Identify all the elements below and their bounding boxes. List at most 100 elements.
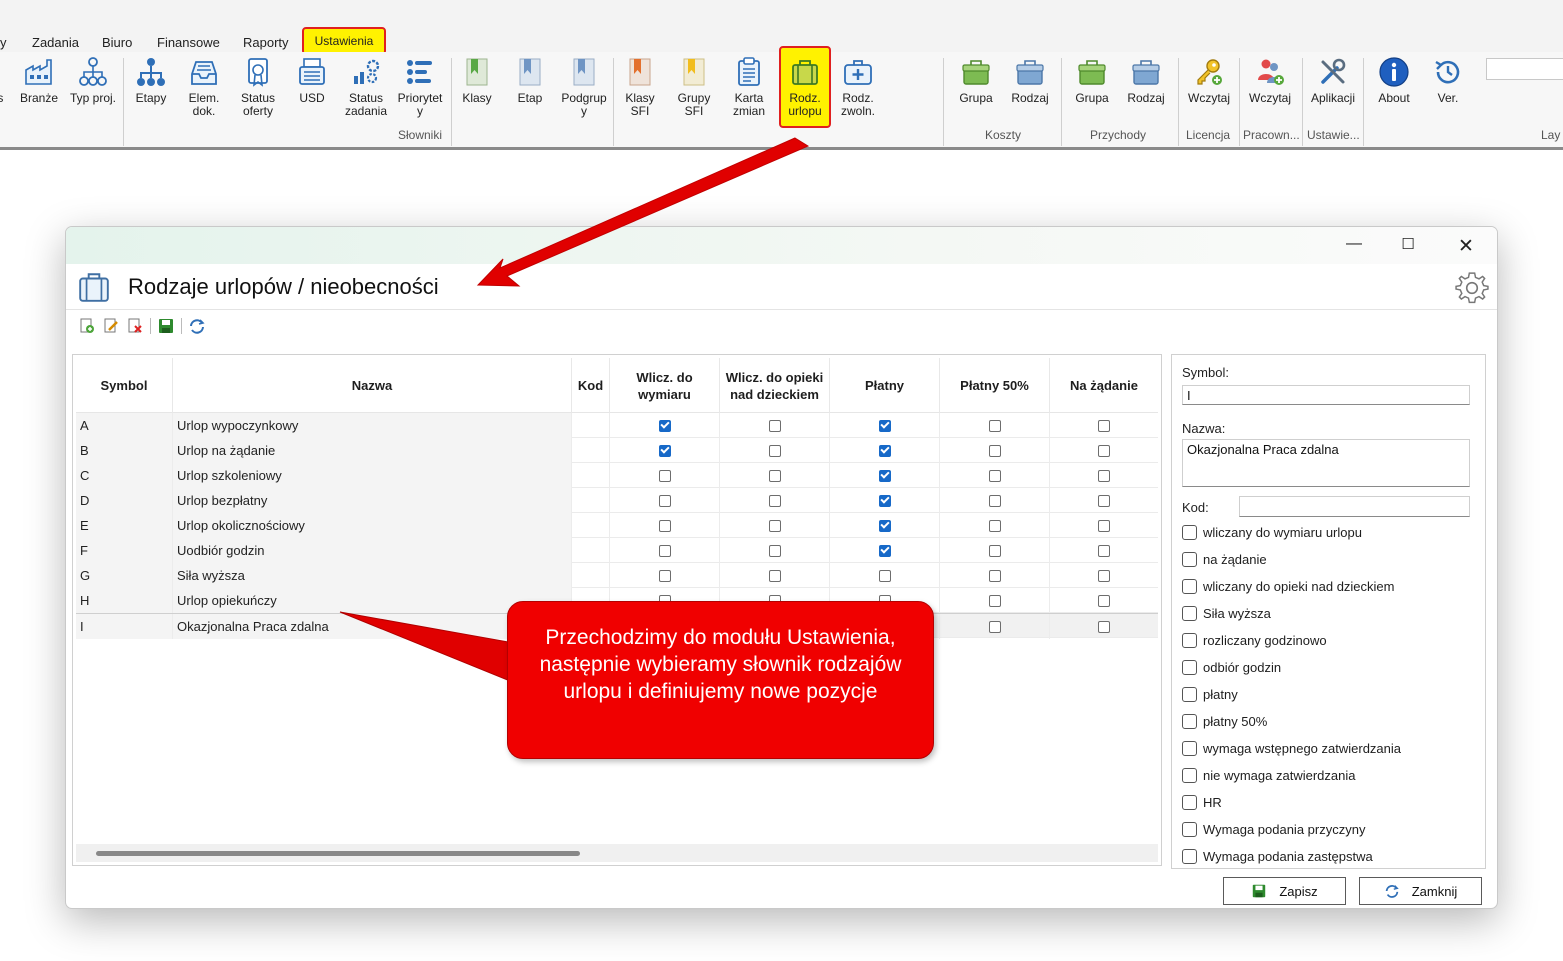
column-header-platny-50[interactable]: Płatny 50% — [940, 358, 1050, 413]
menu-item-ustawienia[interactable]: Ustawienia — [302, 27, 386, 55]
menu-item-partial[interactable]: y — [0, 35, 7, 50]
ribbon-button-rodz-zwoln[interactable]: Rodz. zwoln. — [831, 56, 885, 126]
checkbox-na-zadanie[interactable] — [1098, 419, 1110, 432]
option-checkbox[interactable]: płatny 50% — [1182, 714, 1267, 729]
checkbox-wlicz-do-wymiaru[interactable] — [658, 444, 671, 457]
ribbon-button-priorytety[interactable]: Priorytet y — [393, 56, 447, 126]
ribbon-button-klasy-sfi[interactable]: Klasy SFI — [613, 56, 667, 126]
column-header-nazwa[interactable]: Nazwa — [173, 358, 572, 413]
checkbox-box[interactable] — [1182, 633, 1197, 648]
table-row[interactable]: E Urlop okolicznościowy — [76, 513, 1158, 538]
table-row[interactable]: A Urlop wypoczynkowy — [76, 413, 1158, 438]
checkbox-na-zadanie[interactable] — [1098, 444, 1110, 457]
checkbox-box[interactable] — [1182, 606, 1197, 621]
ribbon-button-about[interactable]: About — [1367, 56, 1421, 126]
option-checkbox[interactable]: Wymaga podania przyczyny — [1182, 822, 1365, 837]
ribbon-button-status-oferty[interactable]: Status oferty — [231, 56, 285, 126]
close-button[interactable]: Zamknij — [1359, 877, 1482, 905]
checkbox-platny-50[interactable] — [988, 494, 1001, 507]
checkbox-platny[interactable] — [878, 544, 891, 557]
checkbox-wlicz-do-wymiaru[interactable] — [658, 569, 671, 582]
option-checkbox[interactable]: na żądanie — [1182, 552, 1267, 567]
checkbox-na-zadanie[interactable] — [1098, 620, 1110, 633]
checkbox-box[interactable] — [1182, 660, 1197, 675]
close-icon[interactable]: ✕ — [1455, 235, 1477, 257]
checkbox-na-zadanie[interactable] — [1098, 469, 1110, 482]
option-checkbox[interactable]: wliczany do opieki nad dzieckiem — [1182, 579, 1394, 594]
ribbon-button-etapy[interactable]: Etapy — [124, 56, 178, 126]
checkbox-platny-50[interactable] — [988, 544, 1001, 557]
option-checkbox[interactable]: rozliczany godzinowo — [1182, 633, 1327, 648]
ribbon-button-etap[interactable]: Etap — [503, 56, 557, 126]
checkbox-box[interactable] — [1182, 579, 1197, 594]
column-header-symbol[interactable]: Symbol — [76, 358, 173, 413]
checkbox-platny[interactable] — [878, 569, 891, 582]
ribbon-button-branze[interactable]: Branże — [12, 56, 66, 126]
checkbox-platny-50[interactable] — [988, 444, 1001, 457]
column-header-na-zadanie[interactable]: Na żądanie — [1050, 358, 1158, 413]
checkbox-wlicz-do-wymiaru[interactable] — [658, 544, 671, 557]
ribbon-button-typ-proj[interactable]: Typ proj. — [66, 56, 120, 126]
checkbox-platny[interactable] — [878, 444, 891, 457]
ribbon-button-ver[interactable]: Ver. — [1421, 56, 1475, 126]
checkbox-box[interactable] — [1182, 822, 1197, 837]
checkbox-platny[interactable] — [878, 494, 891, 507]
ribbon-button-rodz-urlopu[interactable]: Rodz. urlopu — [779, 46, 831, 128]
ribbon-button-elem-dok[interactable]: Elem. dok. — [177, 56, 231, 126]
checkbox-wlicz-do-wymiaru[interactable] — [658, 469, 671, 482]
checkbox-platny[interactable] — [878, 519, 891, 532]
checkbox-box[interactable] — [1182, 768, 1197, 783]
column-header-wlicz-do-opieki[interactable]: Wlicz. do opieki nad dzieckiem — [720, 358, 830, 413]
dialog-titlebar[interactable]: — ☐ ✕ — [66, 227, 1497, 264]
option-checkbox[interactable]: Wymaga podania zastępstwa — [1182, 849, 1373, 864]
checkbox-box[interactable] — [1182, 687, 1197, 702]
checkbox-na-zadanie[interactable] — [1098, 494, 1110, 507]
ribbon-button-usd[interactable]: USD — [285, 56, 339, 126]
menu-item-finansowe[interactable]: Finansowe — [157, 35, 220, 50]
checkbox-platny-50[interactable] — [988, 469, 1001, 482]
checkbox-wlicz-do-opieki[interactable] — [768, 494, 781, 507]
option-checkbox[interactable]: Siła wyższa — [1182, 606, 1271, 621]
save-icon[interactable] — [157, 317, 175, 335]
symbol-field[interactable]: I — [1182, 385, 1470, 405]
ribbon-button-karta-zmian[interactable]: Karta zmian — [722, 56, 776, 126]
checkbox-wlicz-do-opieki[interactable] — [768, 419, 781, 432]
checkbox-platny-50[interactable] — [988, 419, 1001, 432]
checkbox-platny-50[interactable] — [988, 569, 1001, 582]
table-row[interactable]: D Urlop bezpłatny — [76, 488, 1158, 513]
checkbox-platny-50[interactable] — [988, 620, 1001, 633]
checkbox-box[interactable] — [1182, 714, 1197, 729]
menu-item-biuro[interactable]: Biuro — [102, 35, 132, 50]
ribbon-button-aplikacji[interactable]: Aplikacji — [1306, 56, 1360, 126]
edit-record-icon[interactable] — [102, 317, 120, 335]
refresh-icon[interactable] — [188, 317, 206, 335]
checkbox-wlicz-do-wymiaru[interactable] — [658, 419, 671, 432]
column-header-wlicz-do-wymiaru[interactable]: Wlicz. do wymiaru — [610, 358, 720, 413]
ribbon-button-licencja-wczytaj[interactable]: Wczytaj — [1182, 56, 1236, 126]
checkbox-wlicz-do-opieki[interactable] — [768, 469, 781, 482]
checkbox-box[interactable] — [1182, 741, 1197, 756]
ribbon-button-koszty-rodzaj[interactable]: Rodzaj — [1003, 56, 1057, 126]
checkbox-platny-50[interactable] — [988, 519, 1001, 532]
option-checkbox[interactable]: HR — [1182, 795, 1222, 810]
checkbox-wlicz-do-opieki[interactable] — [768, 519, 781, 532]
checkbox-wlicz-do-opieki[interactable] — [768, 444, 781, 457]
checkbox-platny-50[interactable] — [988, 594, 1001, 607]
checkbox-na-zadanie[interactable] — [1098, 519, 1110, 532]
kod-field[interactable] — [1239, 496, 1470, 517]
nazwa-field[interactable]: Okazjonalna Praca zdalna — [1182, 439, 1470, 487]
column-header-kod[interactable]: Kod — [572, 358, 610, 413]
ribbon-button-pracownicy-wczytaj[interactable]: Wczytaj — [1243, 56, 1297, 126]
ribbon-button-koszty-grupa[interactable]: Grupa — [949, 56, 1003, 126]
ribbon-button-podgrupy[interactable]: Podgrup y — [557, 56, 611, 126]
checkbox-wlicz-do-opieki[interactable] — [768, 544, 781, 557]
checkbox-box[interactable] — [1182, 552, 1197, 567]
horizontal-scrollbar[interactable] — [76, 844, 1158, 862]
checkbox-box[interactable] — [1182, 849, 1197, 864]
new-record-icon[interactable] — [78, 317, 96, 335]
menu-item-zadania[interactable]: Zadania — [32, 35, 79, 50]
checkbox-na-zadanie[interactable] — [1098, 544, 1110, 557]
ribbon-button-przychody-grupa[interactable]: Grupa — [1065, 56, 1119, 126]
delete-record-icon[interactable] — [126, 317, 144, 335]
checkbox-platny[interactable] — [878, 469, 891, 482]
